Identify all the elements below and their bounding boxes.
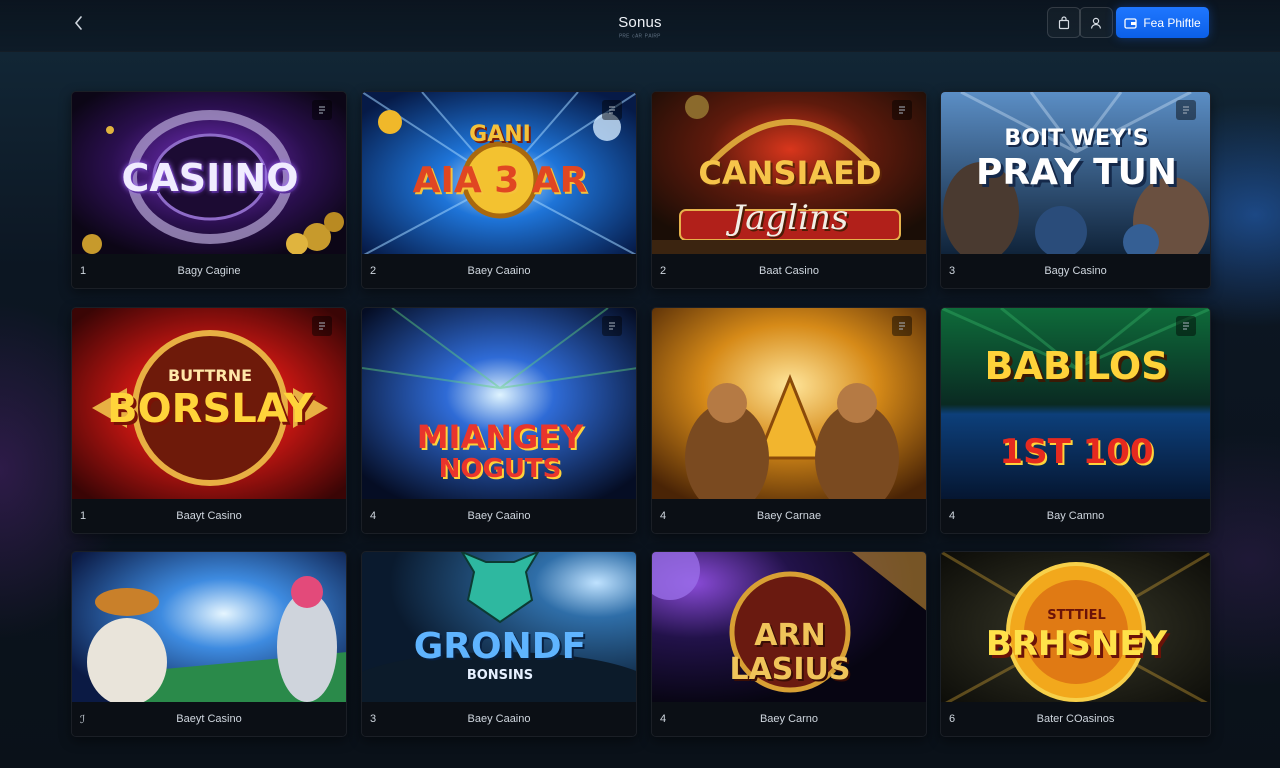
game-card[interactable]: CASIINO 1 Bagy Cagine bbox=[71, 91, 347, 289]
game-thumbnail: BOIT WEY'S PRAY TUN bbox=[941, 92, 1210, 256]
game-thumbnail: ARN LASIUS bbox=[652, 552, 926, 706]
favorite-toggle[interactable] bbox=[892, 316, 912, 336]
favorite-toggle[interactable] bbox=[312, 316, 332, 336]
game-art-subtitle: Jaglins bbox=[731, 198, 849, 238]
card-name: Baey Caaino bbox=[467, 510, 531, 522]
game-card[interactable]: CANSIAED Jaglins 2 Baat Casino bbox=[651, 91, 927, 289]
bookmark-icon bbox=[319, 106, 325, 114]
game-art-title: ARN bbox=[754, 618, 826, 653]
favorite-toggle[interactable] bbox=[602, 316, 622, 336]
game-card[interactable]: BABILOS 1ST 100 4 Bay Camno bbox=[940, 307, 1211, 534]
game-card[interactable]: GANI AIA 3 AR 2 Baey Caaino bbox=[361, 91, 637, 289]
game-art-title: BABILOS bbox=[984, 344, 1169, 388]
card-caption: 4 Baey Carnae bbox=[652, 499, 926, 533]
card-caption: 1 Baayt Casino bbox=[72, 499, 346, 533]
profile-button[interactable] bbox=[1079, 7, 1113, 38]
game-art-title: BRHSNEY bbox=[985, 624, 1168, 664]
bag-button[interactable] bbox=[1047, 7, 1081, 38]
game-card[interactable]: BOIT WEY'S PRAY TUN 3 Bagy Casino bbox=[940, 91, 1211, 289]
card-caption: 2 Baey Caaino bbox=[362, 254, 636, 288]
page-subtitle: ᴾᴿᴱ ᶜᴬᴿ ᴾᴬᴵᴿᴾ bbox=[619, 34, 661, 41]
card-name: Bater COasinos bbox=[1036, 713, 1115, 725]
game-art-title: CANSIAED bbox=[698, 154, 882, 192]
game-art-subtitle: BOIT WEY'S bbox=[1004, 126, 1149, 151]
bookmark-icon bbox=[1183, 322, 1189, 330]
game-card[interactable]: 4 Baey Carnae bbox=[651, 307, 927, 534]
game-art-subtitle: GANI bbox=[469, 122, 531, 147]
user-icon bbox=[1090, 17, 1102, 29]
card-caption: 2 Baat Casino bbox=[652, 254, 926, 288]
favorite-toggle[interactable] bbox=[892, 100, 912, 120]
game-grid: CASIINO 1 Bagy Cagine GANI AIA 3 AR 2 Ba… bbox=[71, 91, 1211, 737]
bookmark-icon bbox=[899, 322, 905, 330]
card-caption: 4 Bay Camno bbox=[941, 499, 1210, 533]
bookmark-icon bbox=[609, 106, 615, 114]
chevron-left-icon bbox=[74, 16, 82, 30]
card-name: Baey Carnae bbox=[756, 510, 822, 522]
game-thumbnail: MIANGEY NOGUTS bbox=[362, 308, 636, 501]
game-art-subtitle: NOGUTS bbox=[438, 454, 562, 484]
bookmark-icon bbox=[1183, 106, 1189, 114]
bookmark-icon bbox=[609, 322, 615, 330]
card-caption: 3 Bagy Casino bbox=[941, 254, 1210, 288]
bag-icon bbox=[1058, 15, 1070, 29]
card-caption: 6 Bater COasinos bbox=[941, 702, 1210, 736]
game-thumbnail: CANSIAED Jaglins bbox=[652, 92, 926, 256]
card-caption: ℐ Baeyt Casino bbox=[72, 702, 346, 736]
game-thumbnail bbox=[72, 552, 346, 706]
game-art-title: CASIINO bbox=[121, 156, 299, 200]
game-thumbnail: BABILOS 1ST 100 bbox=[941, 308, 1210, 501]
card-caption: 4 Baey Carno bbox=[652, 702, 926, 736]
bookmark-icon bbox=[319, 322, 325, 330]
bookmark-icon bbox=[899, 106, 905, 114]
card-name: Baeyt Casino bbox=[176, 713, 242, 725]
game-art-subtitle: LASIUS bbox=[729, 652, 851, 687]
game-thumbnail: GRONDF BONSINS bbox=[362, 552, 636, 706]
game-thumbnail bbox=[652, 308, 926, 501]
card-caption: 1 Bagy Cagine bbox=[72, 254, 346, 288]
game-art-subtitle: BUTTRNE bbox=[167, 366, 253, 385]
favorite-toggle[interactable] bbox=[1176, 100, 1196, 120]
game-art-title: MIANGEY bbox=[416, 418, 584, 456]
card-name: Bagy Cagine bbox=[177, 265, 241, 277]
game-card[interactable]: ℐ Baeyt Casino bbox=[71, 551, 347, 737]
game-art-title: PRAY TUN bbox=[975, 152, 1178, 193]
game-art-title: AIA 3 AR bbox=[412, 160, 588, 201]
page-title: Sonus bbox=[618, 14, 662, 31]
game-card[interactable]: STTTIEL BRHSNEY 6 Bater COasinos bbox=[940, 551, 1211, 737]
game-thumbnail: STTTIEL BRHSNEY bbox=[941, 552, 1210, 706]
game-thumbnail: CASIINO bbox=[72, 92, 346, 256]
card-name: Baayt Casino bbox=[176, 510, 242, 522]
primary-action-button[interactable]: Fea Phiftle bbox=[1116, 7, 1209, 38]
game-art-subtitle: BONSINS bbox=[466, 668, 534, 683]
game-art-subtitle: STTTIEL bbox=[1047, 608, 1106, 623]
favorite-toggle[interactable] bbox=[602, 100, 622, 120]
game-thumbnail: GANI AIA 3 AR bbox=[362, 92, 636, 256]
game-art-title: GRONDF bbox=[413, 626, 587, 667]
game-art-subtitle: 1ST 100 bbox=[999, 432, 1154, 472]
game-art-title: BORSLAY bbox=[107, 386, 313, 432]
favorite-toggle[interactable] bbox=[312, 100, 332, 120]
favorite-toggle[interactable] bbox=[1176, 316, 1196, 336]
game-thumbnail: BUTTRNE BORSLAY bbox=[72, 308, 346, 501]
game-card[interactable]: BUTTRNE BORSLAY 1 Baayt Casino bbox=[71, 307, 347, 534]
card-caption: 4 Baey Caaino bbox=[362, 499, 636, 533]
card-name: Bagy Casino bbox=[1044, 265, 1107, 277]
page-title-block: Sonus ᴾᴿᴱ ᶜᴬᴿ ᴾᴬᴵᴿᴾ bbox=[540, 14, 740, 41]
game-card[interactable]: ARN LASIUS 4 Baey Carno bbox=[651, 551, 927, 737]
back-button[interactable] bbox=[66, 10, 92, 36]
card-name: Bay Camno bbox=[1046, 510, 1105, 522]
card-name: Baey Caaino bbox=[467, 713, 531, 725]
top-bar: Sonus ᴾᴿᴱ ᶜᴬᴿ ᴾᴬᴵᴿᴾ Fea Phiftle bbox=[0, 0, 1280, 52]
card-name: Baat Casino bbox=[759, 265, 819, 277]
game-card[interactable]: MIANGEY NOGUTS 4 Baey Caaino bbox=[361, 307, 637, 534]
card-name: Baey Caaino bbox=[467, 265, 531, 277]
game-card[interactable]: GRONDF BONSINS 3 Baey Caaino bbox=[361, 551, 637, 737]
wallet-icon bbox=[1124, 17, 1137, 29]
primary-action-label: Fea Phiftle bbox=[1143, 15, 1201, 30]
card-name: Baey Carno bbox=[759, 713, 819, 725]
card-caption: 3 Baey Caaino bbox=[362, 702, 636, 736]
